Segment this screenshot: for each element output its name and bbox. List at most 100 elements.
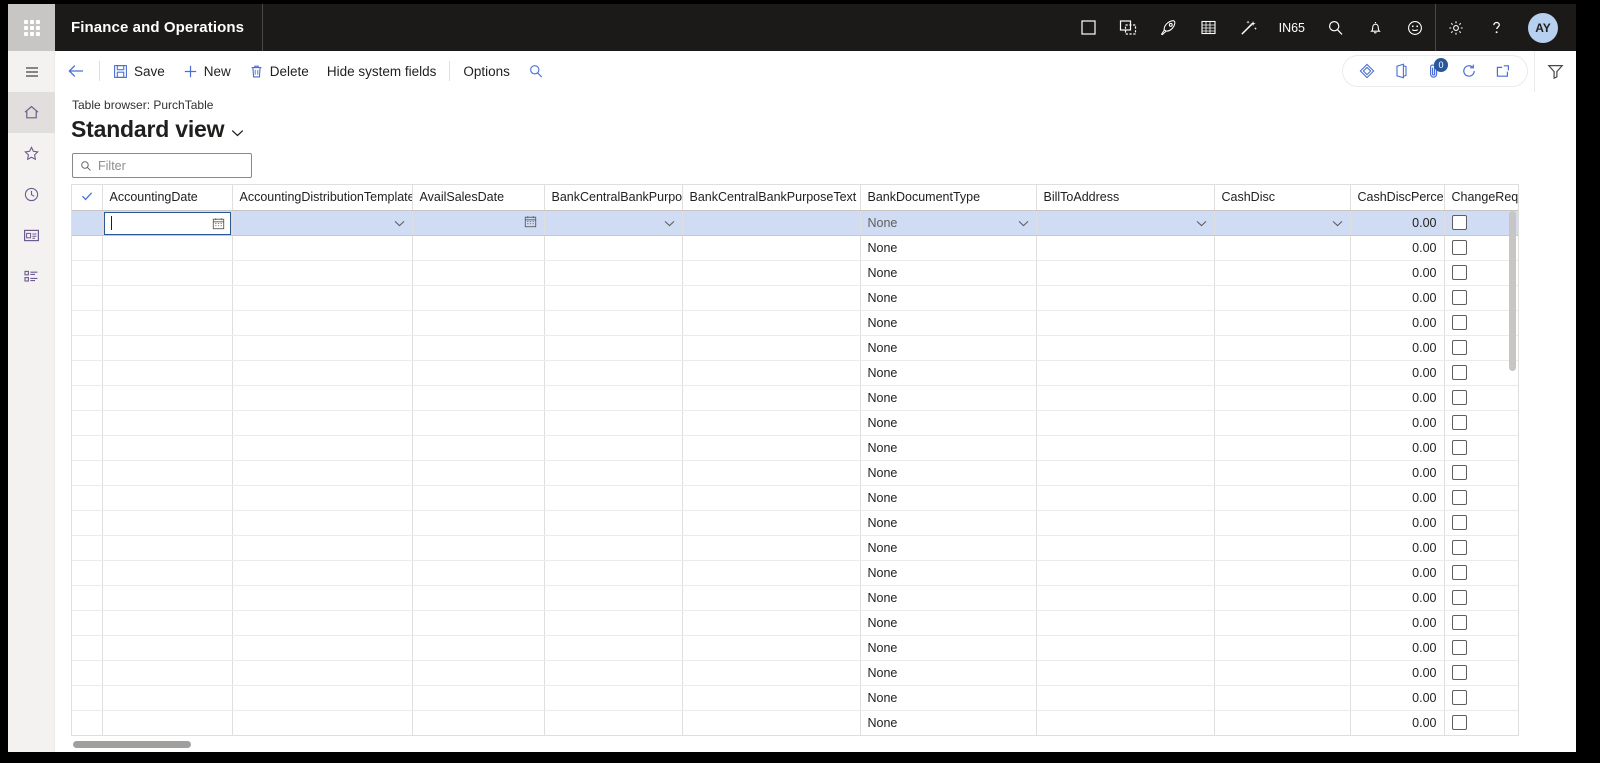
cell-changerequest[interactable] (1444, 685, 1518, 711)
cell-cashdiscpercent[interactable]: 0.00 (1350, 710, 1445, 735)
table-row[interactable]: None 0.00 (72, 460, 1518, 486)
cell-cashdiscpercent[interactable]: 0.00 (1350, 485, 1445, 511)
cell-accountingdate[interactable] (102, 460, 233, 486)
cell-changerequest[interactable] (1444, 210, 1518, 236)
cell-bankcentralbankpurpose[interactable] (544, 485, 683, 511)
cell-billtoaddress[interactable] (1036, 210, 1215, 236)
row-select-cell[interactable] (72, 310, 103, 336)
cell-cashdisc[interactable] (1214, 435, 1351, 461)
row-select-cell[interactable] (72, 360, 103, 386)
cell-bankdocumenttype[interactable]: None (860, 460, 1037, 486)
row-select-cell[interactable] (72, 510, 103, 536)
changerequest-checkbox[interactable] (1451, 315, 1467, 330)
cell-bankcentralbankpurposetext[interactable] (682, 635, 861, 661)
cell-accountingdate[interactable] (102, 385, 233, 411)
cell-changerequest[interactable] (1444, 585, 1518, 611)
cell-cashdisc[interactable] (1214, 585, 1351, 611)
cell-bankcentralbankpurposetext[interactable] (682, 260, 861, 286)
cell-accountingdistributiontemplate[interactable] (232, 335, 413, 361)
cell-bankdocumenttype[interactable]: None (860, 285, 1037, 311)
cell-bankcentralbankpurposetext[interactable] (682, 485, 861, 511)
cell-availsalesdate[interactable] (412, 435, 545, 461)
column-header-billtoaddress[interactable]: BillToAddress (1036, 185, 1215, 211)
cell-availsalesdate[interactable] (412, 485, 545, 511)
cell-cashdiscpercent[interactable]: 0.00 (1350, 685, 1445, 711)
changerequest-checkbox[interactable] (1451, 565, 1467, 580)
cell-availsalesdate[interactable] (412, 610, 545, 636)
cell-bankdocumenttype[interactable]: None (860, 385, 1037, 411)
table-row[interactable]: None 0.00 (72, 685, 1518, 711)
cell-accountingdate[interactable] (102, 485, 233, 511)
cell-bankcentralbankpurpose[interactable] (544, 260, 683, 286)
select-all-column-header[interactable] (72, 185, 103, 211)
cell-changerequest[interactable] (1444, 435, 1518, 461)
cell-cashdiscpercent[interactable]: 0.00 (1350, 260, 1445, 286)
cell-bankcentralbankpurposetext[interactable] (682, 385, 861, 411)
cell-accountingdate[interactable] (102, 260, 233, 286)
rocket-icon[interactable] (1149, 4, 1189, 51)
row-select-cell[interactable] (72, 460, 103, 486)
cell-bankcentralbankpurpose[interactable] (544, 435, 683, 461)
table-row[interactable]: None 0.00 (72, 710, 1518, 735)
cell-bankcentralbankpurposetext[interactable] (682, 460, 861, 486)
cell-bankcentralbankpurposetext[interactable] (682, 710, 861, 735)
cell-cashdiscpercent[interactable]: 0.00 (1350, 535, 1445, 561)
cell-bankdocumenttype[interactable]: None (860, 585, 1037, 611)
cell-accountingdistributiontemplate[interactable] (232, 210, 413, 236)
cell-cashdisc[interactable] (1214, 560, 1351, 586)
row-select-cell[interactable] (72, 260, 103, 286)
table-row[interactable]: None 0.00 (72, 385, 1518, 411)
row-select-cell[interactable] (72, 435, 103, 461)
cell-cashdiscpercent[interactable]: 0.00 (1350, 660, 1445, 686)
table-row[interactable]: None 0.00 (72, 210, 1518, 236)
hide-system-fields-button[interactable]: Hide system fields (318, 56, 446, 86)
cell-billtoaddress[interactable] (1036, 485, 1215, 511)
cell-cashdisc[interactable] (1214, 410, 1351, 436)
row-select-cell[interactable] (72, 285, 103, 311)
table-row[interactable]: None 0.00 (72, 560, 1518, 586)
cell-accountingdate[interactable] (102, 310, 233, 336)
sidebar-item-favorites[interactable] (8, 133, 55, 174)
app-launcher-button[interactable] (8, 4, 55, 51)
cell-bankcentralbankpurposetext[interactable] (682, 560, 861, 586)
cell-cashdiscpercent[interactable]: 0.00 (1350, 285, 1445, 311)
cell-bankdocumenttype[interactable]: None (860, 660, 1037, 686)
cell-billtoaddress[interactable] (1036, 585, 1215, 611)
cell-accountingdate[interactable] (102, 635, 233, 661)
vertical-scrollbar-thumb[interactable] (1509, 211, 1516, 371)
cell-availsalesdate[interactable] (412, 710, 545, 735)
cell-accountingdistributiontemplate[interactable] (232, 435, 413, 461)
cell-availsalesdate[interactable] (412, 410, 545, 436)
cell-changerequest[interactable] (1444, 710, 1518, 735)
cell-changerequest[interactable] (1444, 610, 1518, 636)
table-row[interactable]: None 0.00 (72, 535, 1518, 561)
row-select-cell[interactable] (72, 660, 103, 686)
cell-billtoaddress[interactable] (1036, 635, 1215, 661)
changerequest-checkbox[interactable] (1451, 215, 1467, 230)
cell-cashdiscpercent[interactable]: 0.00 (1350, 510, 1445, 536)
cell-bankcentralbankpurposetext[interactable] (682, 510, 861, 536)
sidebar-item-menu[interactable] (8, 51, 55, 92)
horizontal-scrollbar-thumb[interactable] (73, 741, 191, 748)
cell-cashdisc[interactable] (1214, 535, 1351, 561)
cell-accountingdate[interactable] (102, 535, 233, 561)
cell-accountingdistributiontemplate[interactable] (232, 610, 413, 636)
cell-bankdocumenttype[interactable]: None (860, 410, 1037, 436)
sidebar-item-recent[interactable] (8, 174, 55, 215)
column-header-availsalesdate[interactable]: AvailSalesDate (412, 185, 545, 211)
cell-accountingdistributiontemplate[interactable] (232, 410, 413, 436)
cell-bankdocumenttype[interactable]: None (860, 535, 1037, 561)
cell-cashdisc[interactable] (1214, 510, 1351, 536)
cell-accountingdistributiontemplate[interactable] (232, 485, 413, 511)
back-button[interactable] (55, 56, 95, 86)
cell-cashdiscpercent[interactable]: 0.00 (1350, 560, 1445, 586)
cell-cashdiscpercent[interactable]: 0.00 (1350, 435, 1445, 461)
cell-bankdocumenttype[interactable]: None (860, 310, 1037, 336)
feedback-smiley-icon[interactable] (1395, 4, 1435, 51)
cell-bankcentralbankpurpose[interactable] (544, 310, 683, 336)
calendar-icon[interactable] (524, 215, 537, 231)
horizontal-scrollbar[interactable] (71, 740, 1519, 749)
cell-bankdocumenttype[interactable]: None (860, 335, 1037, 361)
cell-changerequest[interactable] (1444, 485, 1518, 511)
cell-changerequest[interactable] (1444, 460, 1518, 486)
